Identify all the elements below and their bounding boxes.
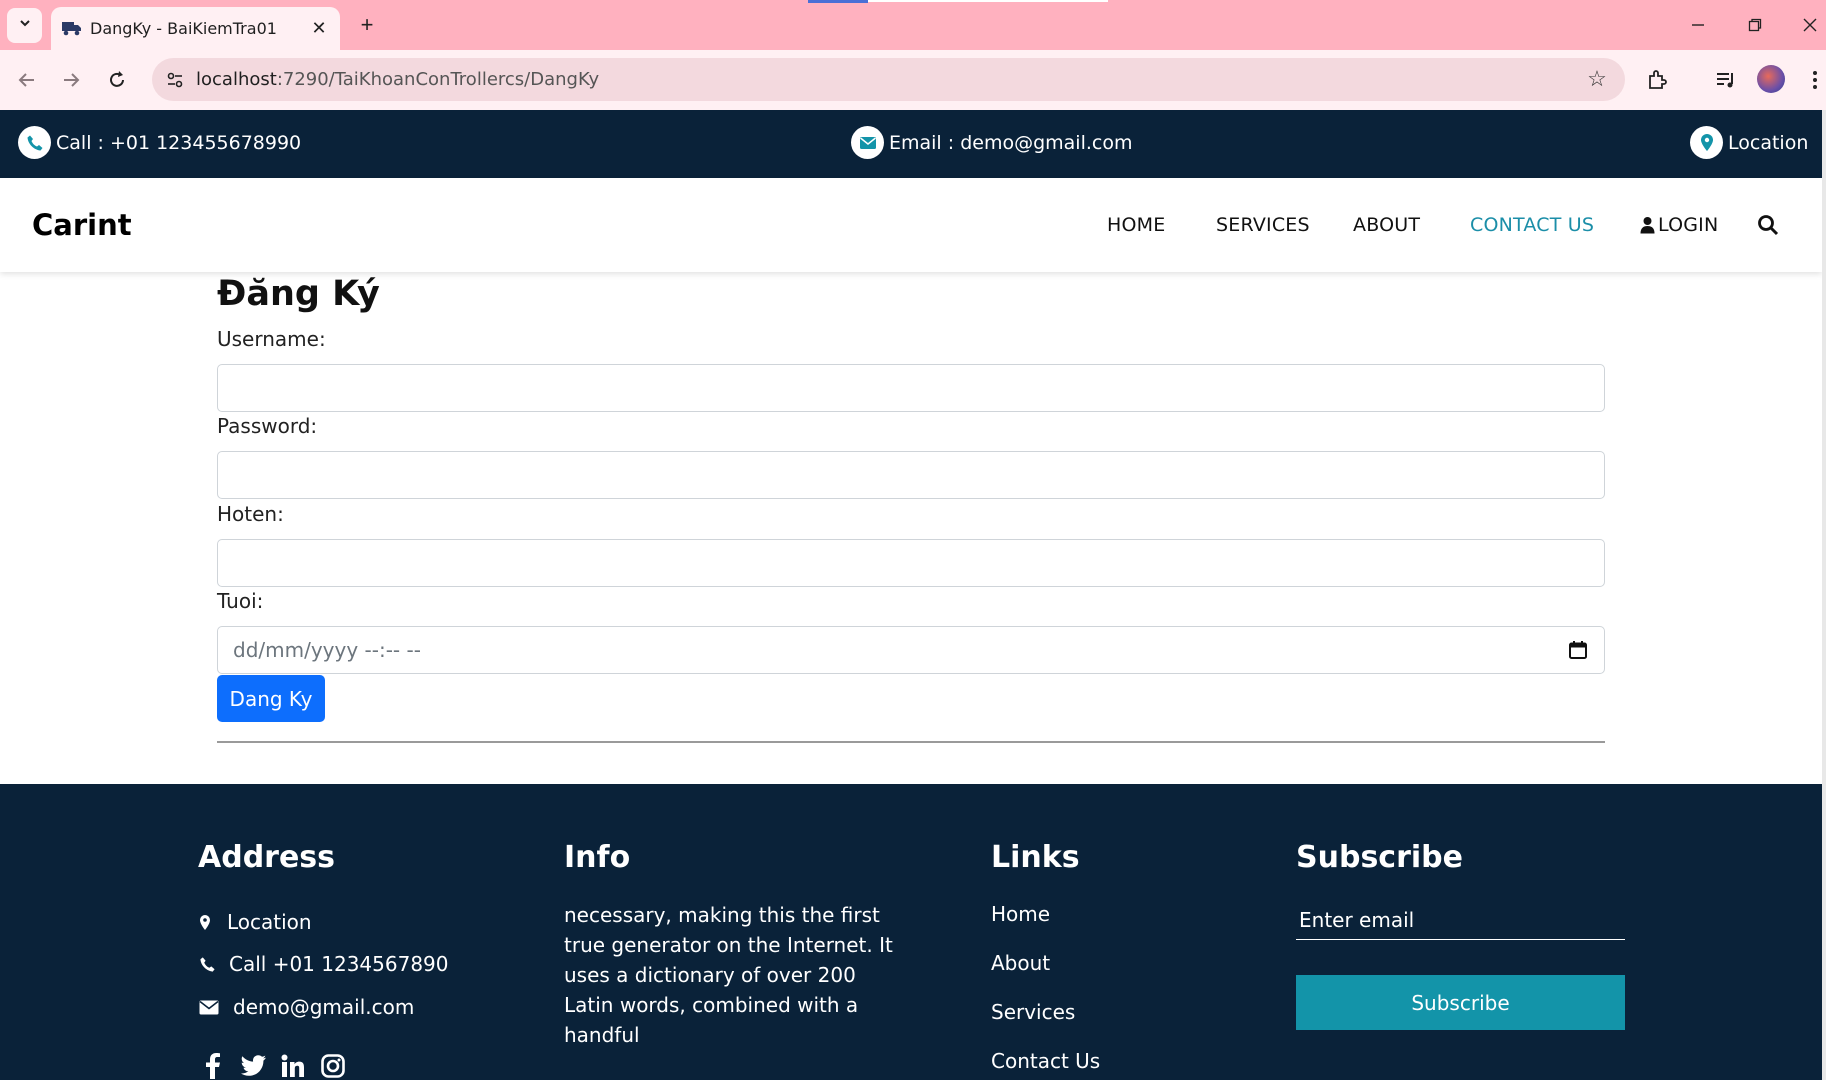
phone-icon [199, 956, 225, 973]
subscribe-button[interactable]: Subscribe [1296, 975, 1625, 1030]
footer-address-heading: Address [198, 840, 336, 875]
browser-tab-bar: DangKy - BaiKiemTra01 ✕ + [0, 0, 1826, 50]
tab-search-button[interactable] [7, 8, 42, 43]
info-call[interactable]: Call : +01 123455678990 [18, 126, 301, 159]
tab-strip-accent [808, 0, 868, 3]
tab-strip-accent-light [868, 0, 1108, 2]
info-email[interactable]: Email : demo@gmail.com [851, 126, 1132, 159]
tab-title: DangKy - BaiKiemTra01 [90, 19, 277, 38]
extensions-icon[interactable] [1642, 65, 1672, 95]
brand-logo[interactable]: Carint [32, 208, 132, 242]
footer-info-heading: Info [564, 840, 631, 875]
menu-dots-icon[interactable] [1800, 65, 1826, 95]
browser-tab-active[interactable]: DangKy - BaiKiemTra01 ✕ [51, 7, 340, 50]
site-info-icon[interactable] [162, 67, 187, 92]
profile-avatar[interactable] [1757, 65, 1785, 93]
nav-services[interactable]: SERVICES [1216, 214, 1310, 236]
search-icon[interactable] [1757, 214, 1779, 236]
address-bar-row: localhost:7290/TaiKhoanConTrollercs/Dang… [0, 50, 1826, 110]
nav-login[interactable]: LOGIN [1640, 214, 1718, 236]
footer-email-text: demo@gmail.com [233, 995, 415, 1019]
info-email-text: Email : demo@gmail.com [889, 131, 1133, 154]
linkedin-icon[interactable] [279, 1052, 307, 1080]
window-close-icon[interactable] [1795, 10, 1825, 40]
chevron-down-icon [18, 16, 32, 35]
footer-link-about[interactable]: About [991, 951, 1050, 975]
minimize-icon[interactable] [1683, 10, 1713, 40]
main-navbar: Carint HOME SERVICES ABOUT CONTACT US LO… [0, 178, 1822, 272]
info-call-text: Call : +01 123455678990 [56, 131, 302, 154]
footer-location-text: Location [227, 910, 312, 934]
nav-login-label: LOGIN [1658, 214, 1719, 236]
truck-icon [61, 19, 83, 37]
twitter-icon[interactable] [239, 1052, 267, 1080]
url-path: :7290/TaiKhoanConTrollercs/DangKy [276, 69, 600, 90]
facebook-icon[interactable] [199, 1052, 227, 1080]
envelope-icon [199, 1000, 229, 1015]
tuoi-datetime-input[interactable]: dd/mm/yyyy --:-- -- [217, 626, 1605, 674]
url-host: localhost [196, 69, 277, 90]
footer-links-heading: Links [991, 840, 1080, 875]
info-location[interactable]: Location [1690, 126, 1808, 159]
footer-call-text: Call +01 1234567890 [229, 952, 449, 976]
footer-info-text: necessary, making this the first true ge… [564, 903, 893, 1047]
close-icon[interactable]: ✕ [308, 17, 330, 39]
password-label: Password: [217, 414, 318, 438]
nav-contact-us[interactable]: CONTACT US [1470, 214, 1594, 236]
hoten-label: Hoten: [217, 502, 284, 526]
form-divider [217, 741, 1605, 743]
plus-icon[interactable]: + [355, 12, 379, 37]
footer-call[interactable]: Call +01 1234567890 [199, 952, 449, 976]
footer-email[interactable]: demo@gmail.com [199, 995, 414, 1019]
username-input[interactable] [217, 364, 1605, 412]
info-location-text: Location [1728, 131, 1809, 154]
page-scrollbar[interactable] [1822, 110, 1826, 1080]
footer-link-contact-us[interactable]: Contact Us [991, 1049, 1100, 1073]
url-bar[interactable]: localhost:7290/TaiKhoanConTrollercs/Dang… [152, 58, 1625, 101]
back-arrow-icon[interactable] [14, 67, 40, 93]
phone-icon [18, 126, 51, 159]
dang-ky-button[interactable]: Dang Ky [217, 675, 325, 722]
tuoi-label: Tuoi: [217, 589, 264, 613]
nav-home[interactable]: HOME [1107, 214, 1165, 236]
hoten-input[interactable] [217, 539, 1605, 587]
page-title: Đăng Ký [217, 274, 380, 314]
reload-icon[interactable] [104, 67, 130, 93]
envelope-icon [851, 126, 884, 159]
url-text: localhost:7290/TaiKhoanConTrollercs/Dang… [196, 69, 599, 90]
site-footer: Address Location Call +01 1234567890 dem… [0, 784, 1822, 1080]
social-icons [199, 1052, 347, 1080]
footer-subscribe-heading: Subscribe [1296, 840, 1463, 875]
contact-info-bar: Call : +01 123455678990 Email : demo@gma… [0, 110, 1822, 178]
map-marker-icon [1690, 126, 1723, 159]
restore-icon[interactable] [1740, 10, 1770, 40]
media-icon[interactable] [1711, 65, 1741, 95]
password-input[interactable] [217, 451, 1605, 499]
nav-about[interactable]: ABOUT [1353, 214, 1420, 236]
username-label: Username: [217, 327, 326, 351]
footer-location[interactable]: Location [199, 910, 312, 934]
subscribe-email-input[interactable] [1296, 900, 1625, 940]
footer-link-home[interactable]: Home [991, 902, 1050, 926]
calendar-icon[interactable] [1568, 640, 1588, 660]
tuoi-placeholder: dd/mm/yyyy --:-- -- [233, 638, 421, 662]
footer-link-services[interactable]: Services [991, 1000, 1075, 1024]
star-icon[interactable]: ☆ [1585, 66, 1609, 91]
forward-arrow-icon[interactable] [58, 67, 84, 93]
instagram-icon[interactable] [319, 1052, 347, 1080]
user-icon [1640, 216, 1655, 234]
map-marker-icon [199, 914, 223, 931]
